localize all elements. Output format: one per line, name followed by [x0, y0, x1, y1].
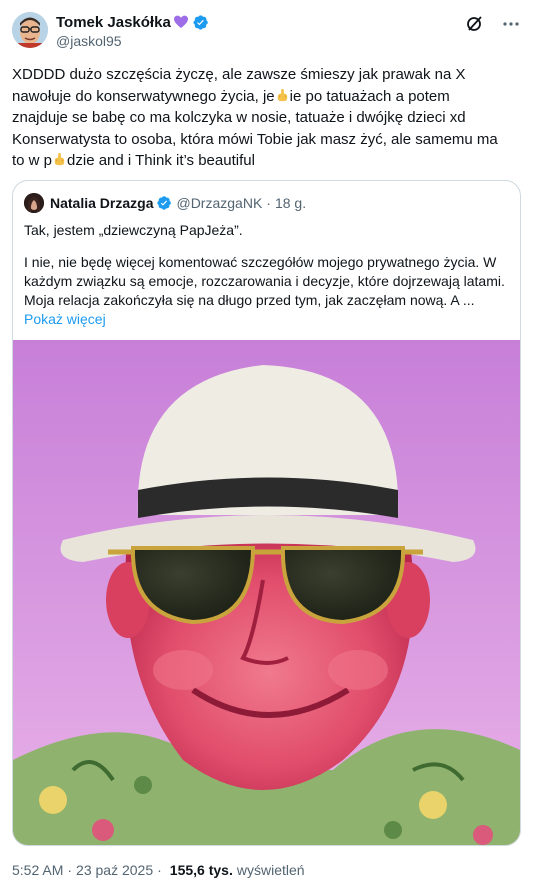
quoted-line: Moja relacja zakończyła się na długo prz…	[24, 292, 475, 308]
author-name-row: Tomek Jaskółka	[56, 12, 209, 32]
tweet-meta: 5:52 AM · 23 paź 2025 · 155,6 tys. wyświ…	[12, 862, 305, 878]
middle-finger-emoji-icon	[277, 88, 287, 101]
grok-icon[interactable]	[465, 14, 485, 34]
quoted-author-display-name[interactable]: Natalia Drzazga	[50, 195, 153, 211]
tweet-text-segment: ie po tatuażach a potem	[289, 87, 450, 105]
quoted-tweet-time[interactable]: 18 g.	[275, 195, 306, 211]
quoted-tweet-header: Natalia Drzazga @DrzazgaNK · 18 g.	[24, 193, 306, 213]
tweet-text-segment: to w p	[12, 152, 53, 169]
author-names: Tomek Jaskółka @jaskol95	[56, 12, 209, 49]
quoted-tweet-text: Tak, jestem „dziewczyną PapJeża”. I nie,…	[24, 221, 510, 329]
quoted-line: I nie, nie będę więcej komentować szczeg…	[24, 254, 497, 270]
tweet-line: znajduje se babę co ma kolczyka w nosie,…	[12, 109, 466, 126]
man-with-hat-and-sunglasses-image	[13, 340, 520, 845]
author-handle[interactable]: @jaskol95	[56, 33, 209, 49]
author-avatar-image	[12, 12, 48, 48]
tweet-line: nawołuje do konserwatywnego życia, je ie …	[12, 86, 521, 108]
author-display-name[interactable]: Tomek Jaskółka	[56, 14, 171, 31]
quoted-verified-badge-icon[interactable]	[156, 195, 172, 211]
quoted-author-avatar[interactable]	[24, 193, 44, 213]
views-count[interactable]: 155,6 tys.	[170, 862, 233, 878]
quoted-line: każdym związku są emocje, rozczarowania …	[24, 273, 505, 289]
tweet-line: to w p dzie and i Think it’s beautiful	[12, 150, 521, 172]
verified-badge-icon[interactable]	[192, 14, 209, 31]
quoted-author-avatar-image	[24, 193, 44, 213]
tweet-line: Konserwatysta to osoba, która mówi Tobie…	[12, 130, 498, 148]
quoted-author-handle[interactable]: @DrzazgaNK	[176, 195, 262, 211]
separator-dot: ·	[157, 862, 162, 878]
more-options-icon[interactable]	[501, 14, 521, 34]
tweet-text-segment: nawołuje do konserwatywnego życia, je	[12, 87, 275, 105]
tweet-line: XDDDD dużo szczęścia życzę, ale zawsze ś…	[12, 66, 466, 83]
tweet-time[interactable]: 5:52 AM	[12, 862, 63, 878]
tweet-text-segment: dzie and i Think it’s beautiful	[67, 152, 255, 169]
show-more-link[interactable]: Pokaż więcej	[24, 310, 510, 329]
quoted-line: Tak, jestem „dziewczyną PapJeża”.	[24, 222, 243, 238]
views-label: wyświetleń	[236, 862, 305, 878]
tweet-header: Tomek Jaskółka @jaskol95	[12, 12, 521, 52]
quoted-tweet[interactable]: Natalia Drzazga @DrzazgaNK · 18 g. Tak, …	[12, 180, 521, 846]
top-actions	[465, 14, 521, 34]
quoted-tweet-image[interactable]	[13, 340, 520, 845]
separator-dot: ·	[67, 862, 73, 878]
author-avatar[interactable]	[12, 12, 48, 48]
separator-dot: ·	[266, 195, 271, 211]
tweet-date[interactable]: 23 paź 2025	[76, 862, 153, 878]
middle-finger-emoji-icon	[54, 152, 65, 166]
purple-heart-icon	[173, 15, 188, 28]
tweet-text: XDDDD dużo szczęścia życzę, ale zawsze ś…	[12, 64, 521, 172]
